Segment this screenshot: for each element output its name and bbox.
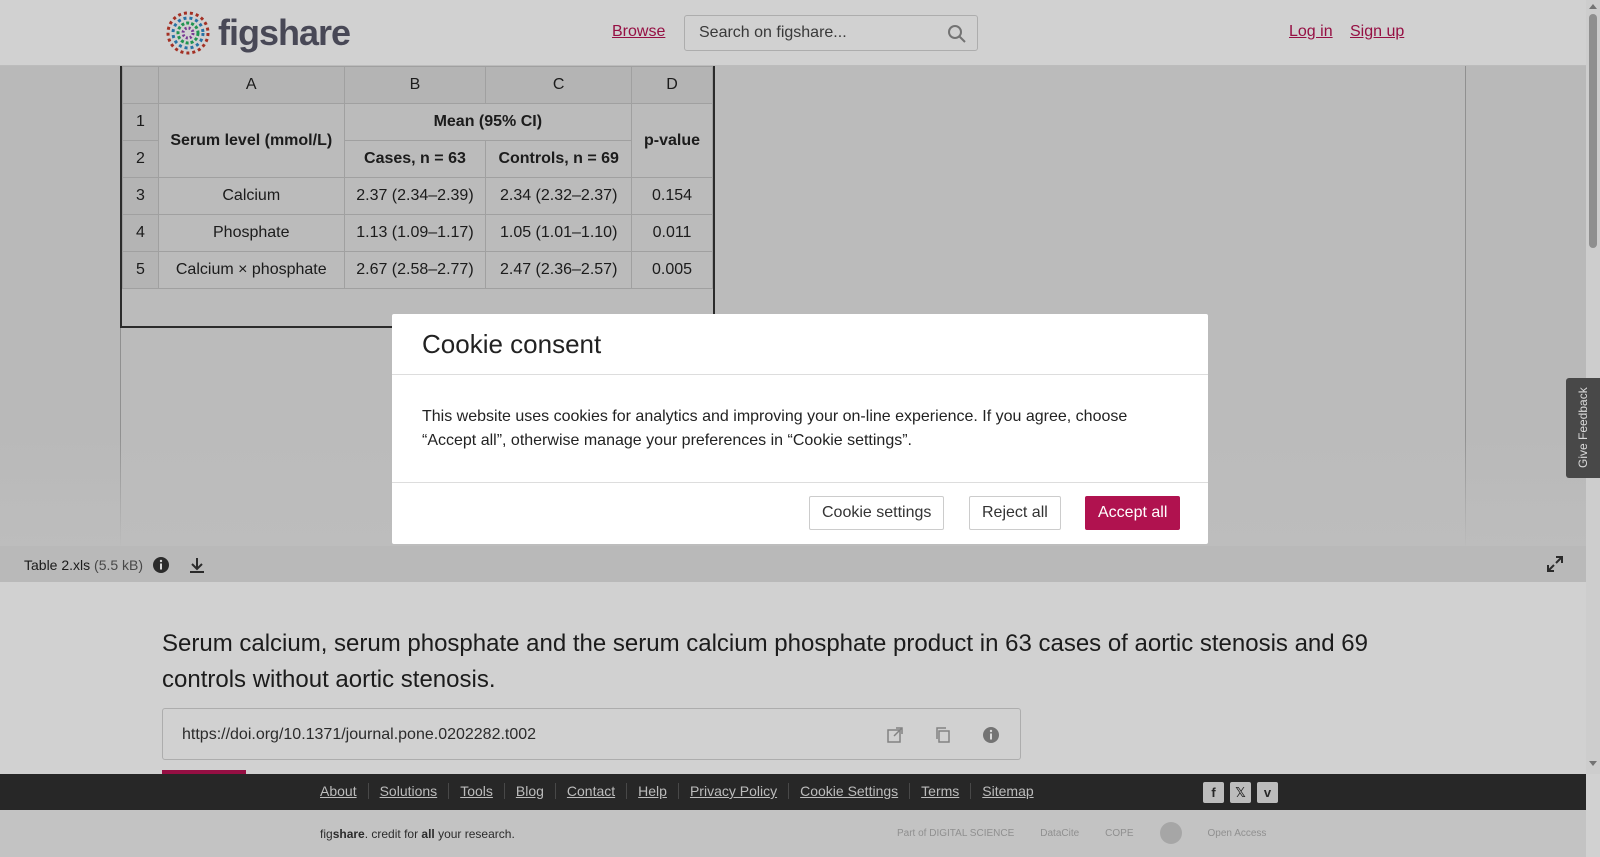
accept-all-button[interactable]: Accept all	[1085, 496, 1181, 530]
reject-all-button[interactable]: Reject all	[969, 496, 1061, 530]
dialog-title: Cookie consent	[392, 314, 1208, 375]
cookie-consent-dialog: Cookie consent This website uses cookies…	[392, 314, 1208, 544]
dialog-footer: Cookie settings Reject all Accept all	[392, 483, 1208, 543]
dialog-body: This website uses cookies for analytics …	[392, 375, 1208, 483]
cookie-settings-button[interactable]: Cookie settings	[809, 496, 945, 530]
